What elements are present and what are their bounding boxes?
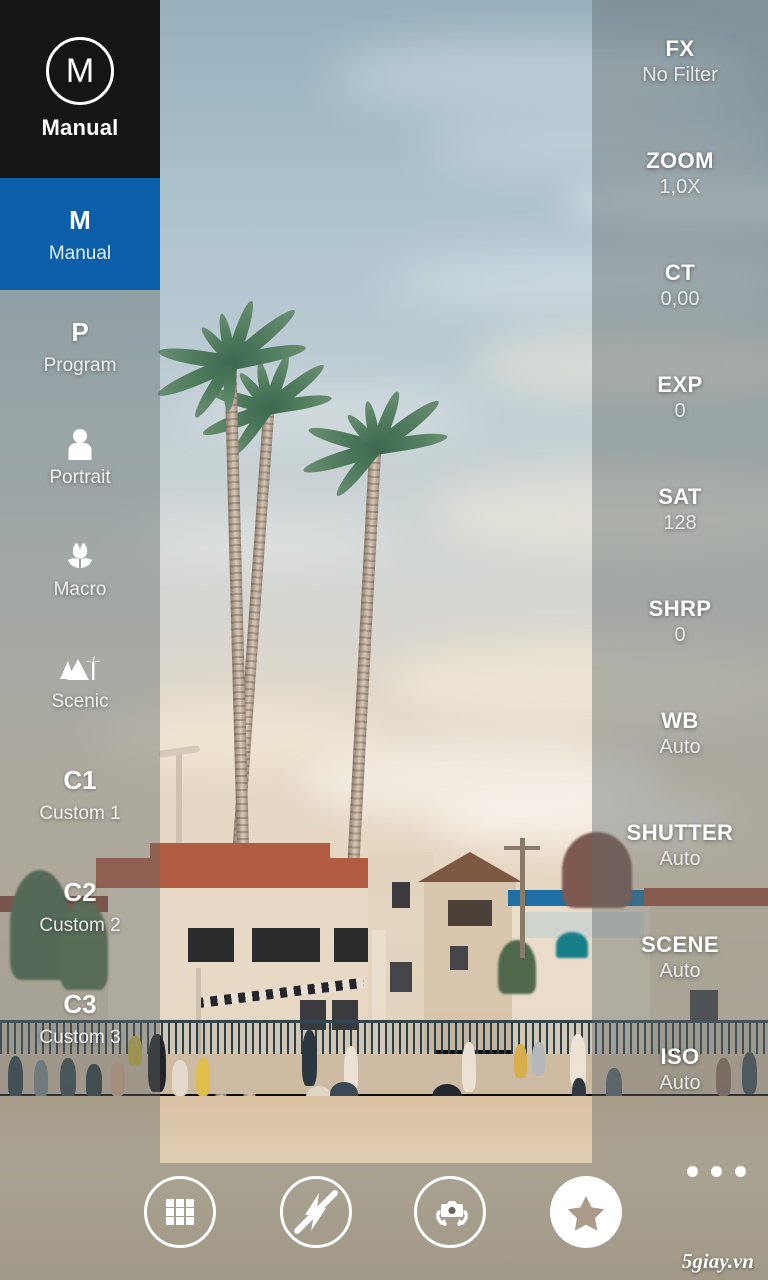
sidebar-item-label: Custom 2	[39, 915, 121, 936]
setting-value: Auto	[659, 736, 701, 758]
sidebar-item-scenic[interactable]: Scenic	[0, 626, 160, 738]
grid-icon	[166, 1199, 194, 1225]
setting-key: EXP	[657, 372, 703, 397]
sidebar-item-portrait[interactable]: Portrait	[0, 402, 160, 514]
sidebar-item-glyph: C1	[63, 765, 97, 795]
ellipsis-dot	[735, 1166, 746, 1177]
ellipsis-dot	[687, 1166, 698, 1177]
sidebar-item-label: Portrait	[49, 467, 111, 488]
setting-scene[interactable]: SCENE Auto	[592, 932, 768, 983]
setting-wb[interactable]: WB Auto	[592, 708, 768, 759]
setting-value: 0,00	[660, 288, 700, 310]
sidebar-item-label: Scenic	[51, 691, 109, 712]
sidebar-item-label: Custom 1	[39, 803, 121, 824]
setting-key: ISO	[660, 1044, 700, 1069]
mode-ring-glyph: M	[65, 52, 95, 90]
sidebar-item-glyph: P	[71, 317, 89, 347]
letter-c3-icon: C3	[63, 987, 96, 1021]
sidebar-item-custom-1[interactable]: C1 Custom 1	[0, 738, 160, 850]
setting-value: 128	[663, 512, 697, 534]
flower-icon	[63, 539, 97, 573]
setting-zoom[interactable]: ZOOM 1,0X	[592, 148, 768, 199]
bottom-toolbar	[0, 1160, 768, 1280]
setting-value: 1,0X	[659, 176, 701, 198]
setting-key: SHRP	[648, 596, 712, 621]
star-icon	[567, 1196, 605, 1231]
sidebar-item-glyph: C2	[63, 877, 97, 907]
letter-m-icon: M	[69, 203, 91, 237]
setting-sat[interactable]: SAT 128	[592, 484, 768, 535]
setting-value: 0	[674, 400, 686, 422]
setting-key: SAT	[658, 484, 702, 509]
sidebar-item-label: Manual	[48, 243, 112, 264]
favorites-button[interactable]	[550, 1176, 622, 1248]
ellipsis-dot	[711, 1166, 722, 1177]
setting-value: 0	[674, 624, 686, 646]
setting-key: ZOOM	[646, 148, 714, 173]
switch-camera-button[interactable]	[414, 1176, 486, 1248]
sidebar-item-glyph: C3	[63, 989, 97, 1019]
sidebar-item-manual[interactable]: M Manual	[0, 178, 160, 290]
sidebar-item-custom-3[interactable]: C3 Custom 3	[0, 962, 160, 1074]
sidebar-item-label: Program	[43, 355, 117, 376]
setting-shrp[interactable]: SHRP 0	[592, 596, 768, 647]
setting-ct[interactable]: CT 0,00	[592, 260, 768, 311]
setting-value: Auto	[659, 960, 701, 982]
site-watermark: 5giay.vn	[681, 1249, 754, 1273]
setting-shutter[interactable]: SHUTTER Auto	[592, 820, 768, 871]
setting-key: SHUTTER	[626, 820, 734, 845]
grid-button[interactable]	[144, 1176, 216, 1248]
current-mode-header[interactable]: M Manual	[0, 0, 160, 178]
setting-value: Auto	[659, 1072, 701, 1094]
mode-ring-icon: M	[46, 37, 114, 105]
mode-sidebar: M Manual M Manual P Program Portrait Mac…	[0, 0, 160, 1280]
setting-key: CT	[664, 260, 696, 285]
landscape-icon	[59, 651, 101, 685]
setting-fx[interactable]: FX No Filter	[592, 36, 768, 87]
more-options-button[interactable]	[687, 1166, 746, 1177]
flash-off-button[interactable]	[280, 1176, 352, 1248]
switch-camera-icon	[436, 1201, 468, 1226]
setting-key: WB	[661, 708, 699, 733]
setting-value: No Filter	[642, 64, 718, 86]
setting-value: Auto	[659, 848, 701, 870]
sidebar-item-macro[interactable]: Macro	[0, 514, 160, 626]
letter-p-icon: P	[71, 315, 88, 349]
sidebar-item-glyph: M	[69, 205, 91, 235]
settings-panel: FX No Filter ZOOM 1,0X CT 0,00 EXP 0 SAT…	[592, 0, 768, 1280]
person-icon	[65, 427, 95, 461]
setting-iso[interactable]: ISO Auto	[592, 1044, 768, 1095]
letter-c2-icon: C2	[63, 875, 96, 909]
current-mode-label: Manual	[41, 115, 119, 140]
flash-off-icon	[294, 1190, 338, 1234]
sidebar-item-label: Macro	[53, 579, 107, 600]
setting-exp[interactable]: EXP 0	[592, 372, 768, 423]
letter-c1-icon: C1	[63, 763, 96, 797]
sidebar-item-custom-2[interactable]: C2 Custom 2	[0, 850, 160, 962]
setting-key: SCENE	[641, 932, 719, 957]
sidebar-item-program[interactable]: P Program	[0, 290, 160, 402]
sidebar-item-label: Custom 3	[39, 1027, 121, 1048]
setting-key: FX	[665, 36, 695, 61]
camera-app: M Manual M Manual P Program Portrait Mac…	[0, 0, 768, 1280]
